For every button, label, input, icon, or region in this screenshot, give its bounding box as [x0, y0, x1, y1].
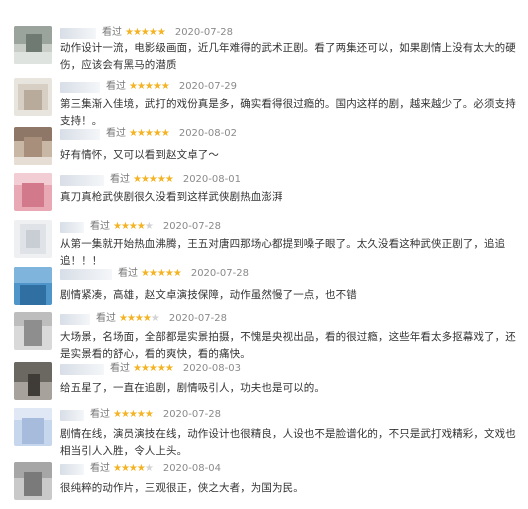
review-text: 好有情怀，又可以看到赵文卓了～: [60, 149, 219, 161]
rating-stars: ★★★★★: [125, 27, 166, 38]
review-date: 2020-08-04: [162, 463, 221, 474]
review-item: 看过 ★★★★★ 2020-08-02 好有情怀，又可以看到赵文卓了～: [0, 127, 528, 167]
review-date: 2020-07-28: [162, 221, 221, 232]
rating-stars: ★★★★★: [129, 128, 170, 139]
seen-label: 看过: [106, 81, 126, 92]
review-date: 2020-07-29: [178, 81, 237, 92]
review-meta: 看过 ★★★★★ 2020-07-28: [60, 408, 221, 422]
review-meta: 看过 ★★★★★ 2020-07-28: [60, 26, 233, 40]
review-text: 大场景，名场面，全部都是实景拍摄，不愧是央视出品，看的很过瘾，这些年看太多抠幕戏…: [60, 331, 516, 360]
seen-label: 看过: [96, 313, 116, 324]
username-redacted[interactable]: [60, 464, 84, 475]
avatar[interactable]: [14, 462, 52, 500]
rating-stars: ★★★★★: [113, 409, 154, 420]
avatar[interactable]: [14, 127, 52, 165]
review-item: 看过 ★★★★★ 2020-07-28 剧情在线，演员演技在线，动作设计也很精良，人…: [0, 408, 528, 458]
seen-label: 看过: [110, 363, 130, 374]
avatar[interactable]: [14, 362, 52, 400]
review-text: 从第一集就开始热血沸腾，王五对唐四那场心都提到嗓子眼了。太久没看这种武侠正剧了，…: [60, 238, 506, 267]
review-item: 看过 ★★★★★ 2020-07-28 从第一集就开始热血沸腾，王五对唐四那场心都提…: [0, 220, 528, 267]
rating-stars: ★★★★★: [141, 268, 182, 279]
review-date: 2020-07-28: [168, 313, 227, 324]
review-date: 2020-07-28: [190, 268, 249, 279]
review-item: 看过 ★★★★★ 2020-07-28 大场景，名场面，全部都是实景拍摄，不愧是央视…: [0, 312, 528, 362]
review-item: 看过 ★★★★★ 2020-07-28 剧情紧凑，高雄，赵文卓演技保障，动作虽然慢了…: [0, 267, 528, 307]
avatar[interactable]: [14, 78, 52, 116]
username-redacted[interactable]: [60, 269, 112, 280]
seen-label: 看过: [90, 463, 110, 474]
review-text: 剧情紧凑，高雄，赵文卓演技保障，动作虽然慢了一点，也不错: [60, 289, 357, 301]
rating-stars: ★★★★★: [133, 174, 174, 185]
review-meta: 看过 ★★★★★ 2020-07-28: [60, 267, 249, 281]
review-date: 2020-08-02: [178, 128, 237, 139]
review-date: 2020-08-03: [182, 363, 241, 374]
review-item: 看过 ★★★★★ 2020-08-04 很纯粹的动作片，三观很正，侠之大者，为国为民…: [0, 462, 528, 502]
review-item: 看过 ★★★★★ 2020-07-28 动作设计一流，电影级画面，近几年难得的武术正…: [0, 26, 528, 74]
review-item: 看过 ★★★★★ 2020-07-29 第三集渐入佳境，武打的戏份真是多，确实看得很…: [0, 78, 528, 127]
username-redacted[interactable]: [60, 364, 104, 375]
review-meta: 看过 ★★★★★ 2020-08-04: [60, 462, 221, 476]
rating-stars: ★★★★★: [113, 463, 154, 474]
review-text: 剧情在线，演员演技在线，动作设计也很精良，人设也不是脸谱化的，不只是武打戏精彩，…: [60, 428, 516, 457]
username-redacted[interactable]: [60, 28, 96, 39]
seen-label: 看过: [90, 221, 110, 232]
username-redacted[interactable]: [60, 129, 100, 140]
seen-label: 看过: [110, 174, 130, 185]
username-redacted[interactable]: [60, 82, 100, 93]
username-redacted[interactable]: [60, 222, 84, 233]
review-text: 给五星了，一直在追剧，剧情吸引人，功夫也是可以的。: [60, 382, 325, 394]
review-meta: 看过 ★★★★★ 2020-07-28: [60, 220, 221, 234]
avatar[interactable]: [14, 173, 52, 211]
review-item: 看过 ★★★★★ 2020-08-01 真刀真枪武侠剧很久没看到这样武侠剧热血澎湃: [0, 173, 528, 213]
username-redacted[interactable]: [60, 175, 104, 186]
avatar[interactable]: [14, 408, 52, 446]
review-meta: 看过 ★★★★★ 2020-08-01: [60, 173, 241, 187]
review-meta: 看过 ★★★★★ 2020-07-28: [60, 312, 227, 326]
seen-label: 看过: [102, 27, 122, 38]
review-item: 看过 ★★★★★ 2020-08-03 给五星了，一直在追剧，剧情吸引人，功夫也是可…: [0, 362, 528, 402]
rating-stars: ★★★★★: [129, 81, 170, 92]
avatar[interactable]: [14, 26, 52, 64]
rating-stars: ★★★★★: [113, 221, 154, 232]
username-redacted[interactable]: [60, 410, 84, 421]
rating-stars: ★★★★★: [119, 313, 160, 324]
review-text: 第三集渐入佳境，武打的戏份真是多，确实看得很过瘾的。国内这样的剧，越来越少了。必…: [60, 98, 516, 127]
review-date: 2020-08-01: [182, 174, 241, 185]
review-meta: 看过 ★★★★★ 2020-08-02: [60, 127, 237, 141]
review-text: 真刀真枪武侠剧很久没看到这样武侠剧热血澎湃: [60, 191, 283, 203]
review-meta: 看过 ★★★★★ 2020-08-03: [60, 362, 241, 376]
avatar[interactable]: [14, 312, 52, 350]
review-meta: 看过 ★★★★★ 2020-07-29: [60, 80, 237, 94]
review-text: 很纯粹的动作片，三观很正，侠之大者，为国为民。: [60, 482, 304, 494]
avatar[interactable]: [14, 267, 52, 305]
seen-label: 看过: [118, 268, 138, 279]
review-text: 动作设计一流，电影级画面，近几年难得的武术正剧。看了两集还可以，如果剧情上没有太…: [60, 42, 516, 71]
username-redacted[interactable]: [60, 314, 90, 325]
rating-stars: ★★★★★: [133, 363, 174, 374]
review-date: 2020-07-28: [174, 27, 233, 38]
seen-label: 看过: [90, 409, 110, 420]
seen-label: 看过: [106, 128, 126, 139]
review-list: 看过 ★★★★★ 2020-07-28 动作设计一流，电影级画面，近几年难得的武术正…: [0, 0, 528, 509]
review-date: 2020-07-28: [162, 409, 221, 420]
avatar[interactable]: [14, 220, 52, 258]
